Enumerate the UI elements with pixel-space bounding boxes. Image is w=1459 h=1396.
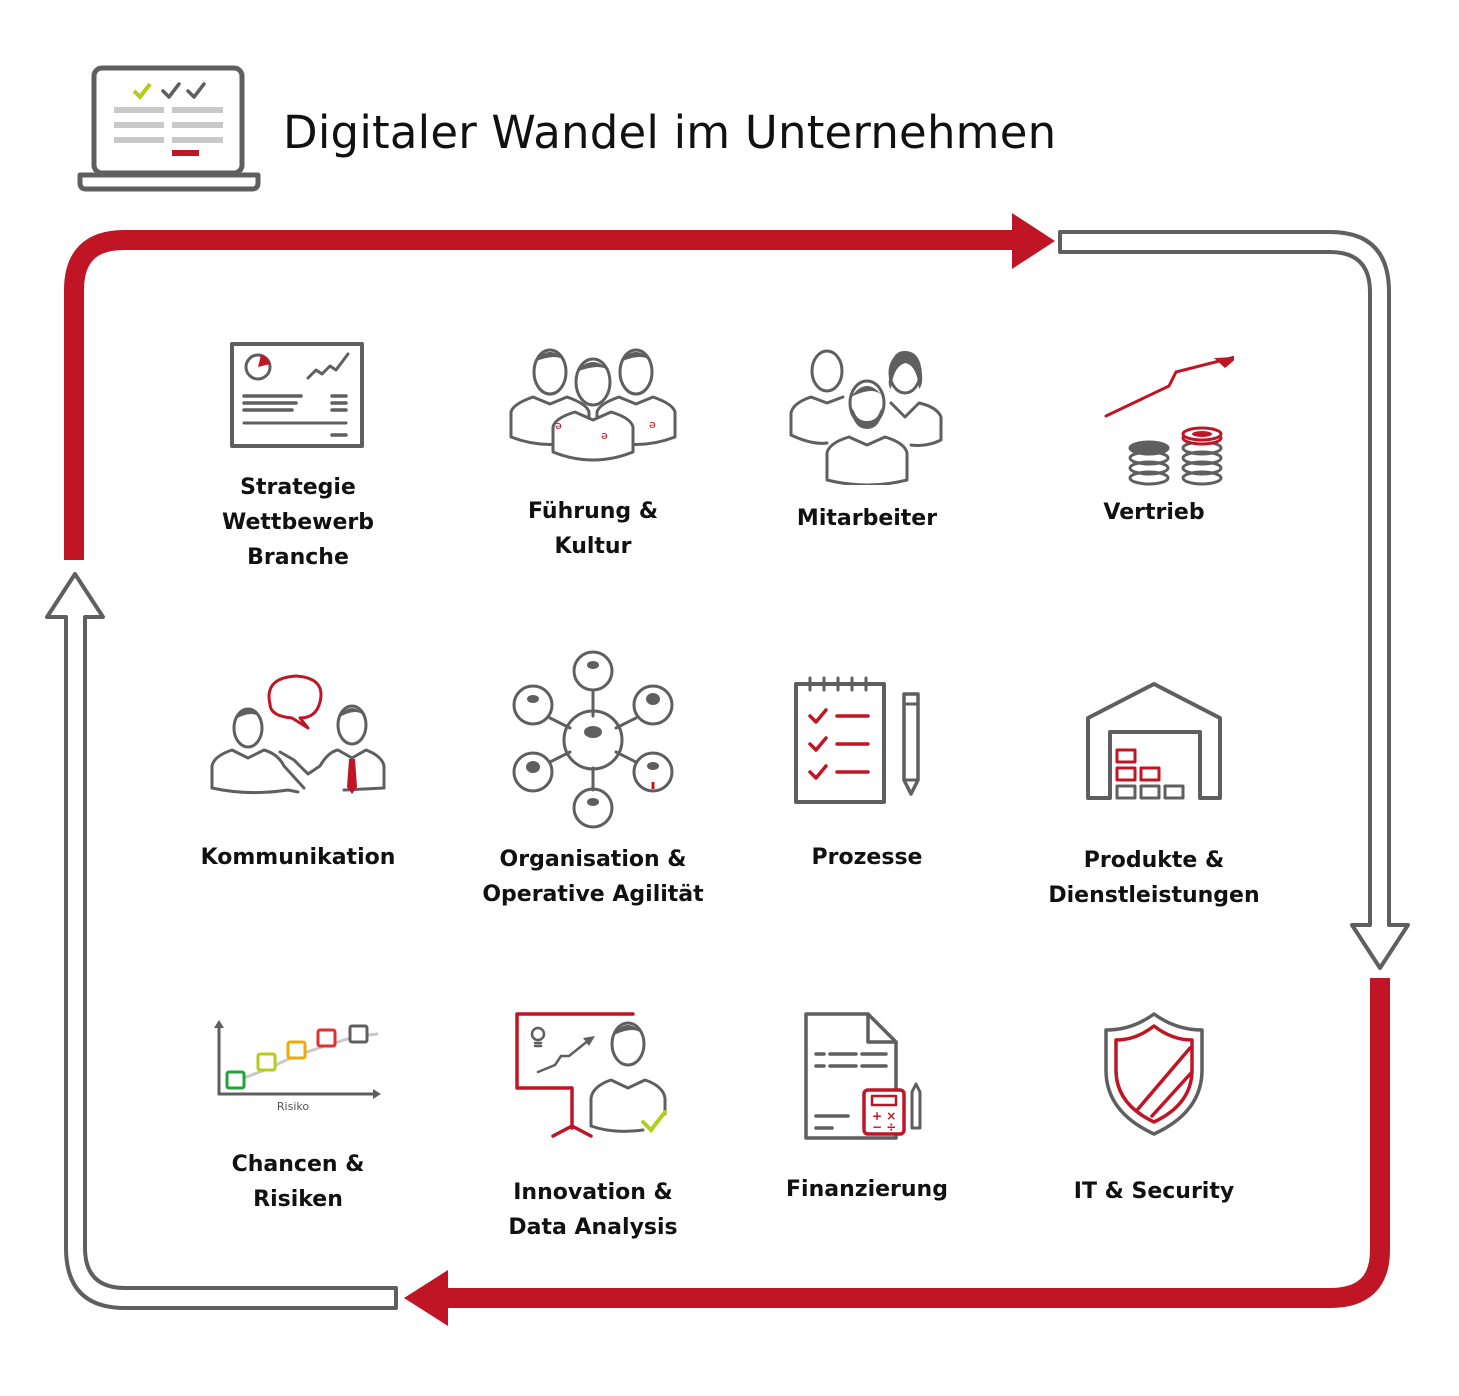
topic-label: Innovation & Data Analysis (508, 1180, 678, 1240)
topic-mitarbeiter: Mitarbeiter (737, 345, 997, 536)
page-title: Digitaler Wandel im Unternehmen (283, 106, 1057, 159)
svg-text:ə: ə (649, 418, 656, 431)
topic-label: Organisation & Operative Agilität (482, 847, 704, 907)
topic-innovation: Innovation & Data Analysis (463, 1010, 723, 1245)
sales-coins-icon (1104, 355, 1234, 486)
warehouse-icon (1086, 682, 1222, 800)
topic-label: Vertrieb (1103, 500, 1205, 525)
topic-label: Prozesse (811, 845, 923, 870)
topic-label: IT & Security (1073, 1179, 1235, 1204)
risk-chart-icon: Risiko (214, 1020, 381, 1113)
security-shield-icon (1104, 1012, 1204, 1136)
topic-prozesse: Prozesse (737, 676, 997, 875)
topic-produkte: Produkte & Dienstleistungen (1024, 680, 1284, 913)
svg-text:ə: ə (555, 419, 562, 432)
topic-label: Strategie Wettbewerb Branche (222, 475, 374, 570)
topic-vertrieb: Vertrieb (1024, 352, 1284, 530)
topic-label: Finanzierung (786, 1177, 948, 1202)
svg-text:− ÷: − ÷ (872, 1120, 896, 1134)
communication-icon (210, 674, 386, 795)
cycle-arrowhead-top (1012, 213, 1055, 269)
employees-icon (789, 349, 943, 485)
cycle-arrowhead-bottom (404, 1270, 448, 1326)
strategy-board-icon (230, 342, 364, 448)
header-laptop-icon (77, 65, 261, 198)
topic-kommunikation: Kommunikation (168, 670, 428, 875)
topic-finanzierung: + × − ÷ Finanzierung (737, 1010, 997, 1207)
finance-calculator-icon: + × − ÷ (804, 1012, 922, 1140)
innovation-presentation-icon (515, 1012, 667, 1138)
topic-organisation: Organisation & Operative Agilität (463, 650, 723, 912)
topic-label: Chancen & Risiken (231, 1152, 365, 1212)
svg-text:ə: ə (601, 429, 608, 442)
leadership-team-icon: ə ə ə (509, 348, 677, 462)
topic-fuehrung: ə ə ə Führung & Kultur (463, 342, 723, 564)
topic-label: Mitarbeiter (796, 506, 938, 531)
topic-label: Führung & Kultur (527, 499, 659, 559)
organisation-network-icon (512, 650, 674, 829)
topic-it-security: IT & Security (1024, 1010, 1284, 1209)
process-checklist-icon (794, 676, 920, 804)
risk-axis-label: Risiko (277, 1100, 309, 1113)
topic-chancen: Risiko Chancen & Risiken (168, 1018, 428, 1217)
topic-label: Kommunikation (200, 845, 396, 870)
topic-label: Produkte & Dienstleistungen (1048, 848, 1260, 908)
topic-strategie: Strategie Wettbewerb Branche (168, 340, 428, 575)
